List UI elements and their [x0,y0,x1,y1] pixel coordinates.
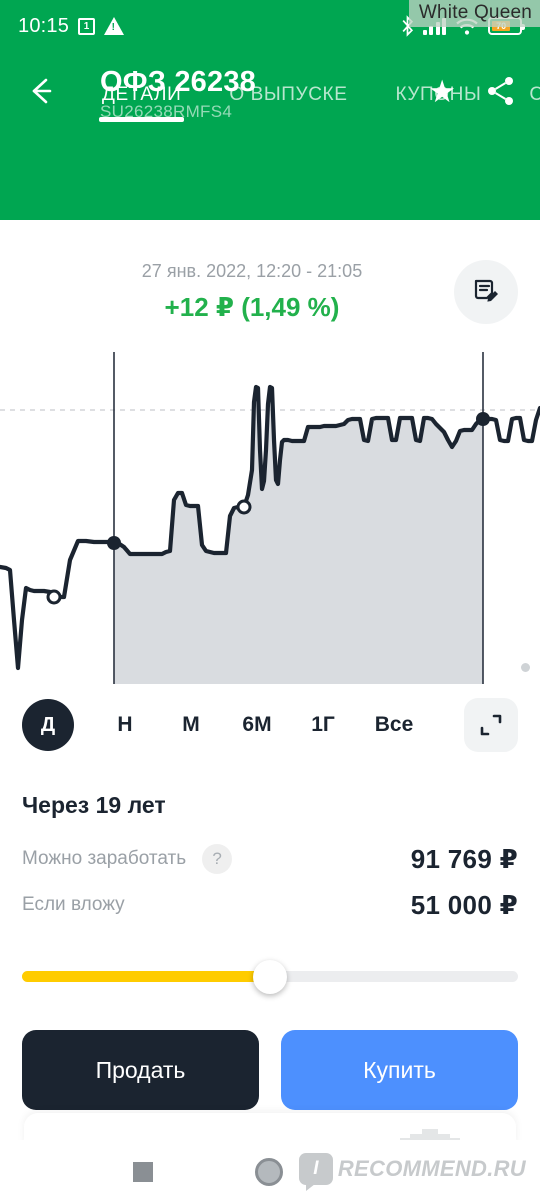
tab-bar: ДЕТАЛИ О ВЫПУСКЕ КУПОНЫ СТАКАН [0,78,540,136]
period-6months[interactable]: 6М [232,713,282,737]
can-earn-value: 91 769 ₽ [410,843,518,874]
alert-triangle-icon [104,17,125,35]
price-chart[interactable] [0,352,540,684]
chart-corner-dot [521,663,530,672]
period-all[interactable]: Все [364,713,424,737]
recommend-watermark: I RECOMMEND.RU [298,1153,526,1191]
square-recents-icon[interactable] [133,1162,153,1182]
recommend-watermark-text: RECOMMEND.RU [337,1156,526,1181]
action-buttons: Продать Купить [0,1030,540,1110]
tab-coupons[interactable]: КУПОНЫ [395,78,481,106]
note-edit-icon [474,279,498,302]
investment-slider[interactable] [22,960,518,994]
period-1year[interactable]: 1Г [298,713,348,737]
status-bar: 10:15 1 70 Whit [0,0,540,52]
earnings-title: Через 19 лет [22,792,166,818]
earnings-section: Через 19 лет Можно заработать ? 91 769 ₽… [0,778,540,931]
buy-button[interactable]: Купить [281,1030,518,1110]
slider-thumb[interactable] [253,960,287,994]
sim-badge-icon: 1 [78,17,96,35]
period-month[interactable]: М [166,713,216,737]
note-edit-button[interactable] [454,260,518,324]
help-question-icon[interactable]: ? [202,844,233,874]
can-earn-label: Можно заработать [22,848,187,869]
sell-button[interactable]: Продать [22,1030,259,1110]
period-day[interactable]: Д [22,699,74,751]
chart-marker [46,589,62,605]
recommend-badge-icon: I [298,1153,333,1191]
app-bar: ОФЗ 26238 SU26238RMFS4 ★ ДЕТАЛИ О ВЫПУСК… [0,58,540,136]
tab-order-book[interactable]: СТАКАН [529,78,540,106]
expand-chart-button[interactable] [464,698,518,752]
chart-marker [476,412,490,426]
status-clock: 10:15 [18,14,70,37]
chart-canvas [0,352,540,684]
earnings-row-investment: Если вложу 51 000 ₽ [0,879,540,931]
tab-about-issue[interactable]: О ВЫПУСКЕ [229,78,347,106]
earnings-row-can-earn: Можно заработать ? 91 769 ₽ [0,833,540,885]
system-nav-bar: I RECOMMEND.RU [0,1140,540,1200]
period-week[interactable]: Н [100,713,150,737]
investment-label: Если вложу [22,894,125,915]
expand-fullscreen-icon [480,714,502,736]
chart-marker [107,536,121,550]
period-selector: Д Н М 6М 1Г Все [0,684,540,766]
chart-marker [236,499,252,515]
circle-home-icon[interactable] [255,1158,283,1186]
slider-fill [22,971,270,982]
tab-details[interactable]: ДЕТАЛИ [98,78,185,122]
status-left: 10:15 1 [18,14,125,38]
screen-watermark-label: White Queen [408,0,540,27]
investment-value: 51 000 ₽ [410,889,518,920]
green-header: 10:15 1 70 Whit [0,0,540,220]
app-screen: 10:15 1 70 Whit [0,0,540,1200]
